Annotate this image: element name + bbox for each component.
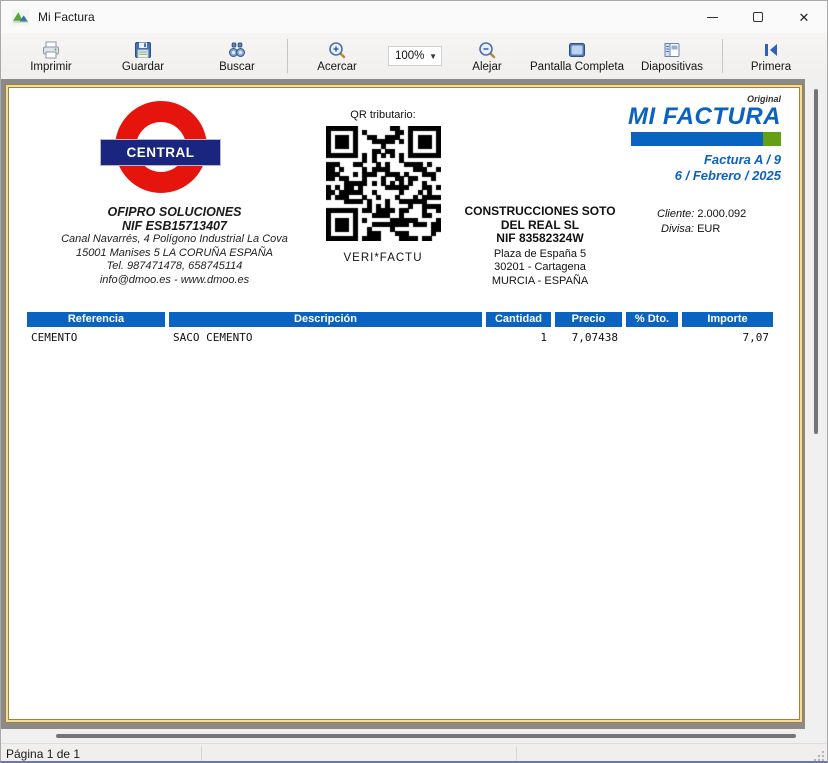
header-accent-bar-green (763, 132, 781, 146)
zoom-out-label: Alejar (472, 61, 501, 73)
client-address-2: 30201 - Cartagena (440, 261, 640, 275)
company-logo-text: CENTRAL (127, 145, 195, 160)
chevron-down-icon: ▼ (429, 52, 441, 61)
zoom-out-button[interactable]: Alejar (452, 34, 522, 78)
maximize-icon (753, 12, 763, 22)
minimize-button[interactable] (689, 1, 735, 33)
cell-referencia: CEMENTO (27, 331, 165, 345)
horizontal-scrollbar[interactable] (1, 729, 807, 743)
document-title: MI FACTURA (531, 104, 781, 129)
client-address-3: MURCIA - ESPAÑA (440, 275, 640, 289)
client-name-2: DEL REAL SL (440, 219, 640, 233)
toolbar-separator (722, 39, 723, 73)
horizontal-scrollbar-thumb[interactable] (56, 734, 796, 738)
zoom-in-icon (327, 40, 347, 60)
preview-area: CENTRAL OFIPRO SOLUCIONES NIF ESB1571340… (1, 79, 827, 743)
invoice-number: Factura A / 9 (531, 152, 781, 168)
fullscreen-icon (567, 40, 587, 60)
cell-dto (626, 331, 678, 345)
save-button[interactable]: Guardar (103, 34, 183, 78)
slides-icon (662, 40, 682, 60)
company-logo: CENTRAL (100, 139, 221, 166)
cell-importe: 7,07 (682, 331, 773, 345)
search-button[interactable]: Buscar (197, 34, 277, 78)
column-header-dto: % Dto. (626, 312, 678, 327)
close-icon: ✕ (799, 11, 810, 24)
table-row: CEMENTO SACO CEMENTO 1 7,07438 7,07 (27, 331, 773, 345)
client-address-1: Plaza de España 5 (440, 248, 640, 262)
page-indicator: Página 1 de 1 (6, 747, 80, 761)
zoom-in-button[interactable]: Acercar (298, 34, 376, 78)
currency-value: EUR (697, 223, 720, 235)
invoice-page: CENTRAL OFIPRO SOLUCIONES NIF ESB1571340… (8, 87, 800, 720)
search-label: Buscar (219, 61, 255, 73)
client-code-row: Cliente: 2.000.092 (657, 207, 746, 222)
company-name: OFIPRO SOLUCIONES (17, 205, 332, 219)
zoom-level-select[interactable]: 100% ▼ (388, 46, 442, 66)
company-info: OFIPRO SOLUCIONES NIF ESB15713407 Canal … (17, 205, 332, 287)
vertical-scrollbar[interactable] (805, 79, 827, 729)
column-header-referencia: Referencia (27, 312, 165, 327)
column-header-cantidad: Cantidad (486, 312, 551, 327)
titlebar: Mi Factura ✕ (1, 1, 827, 33)
currency-row: Divisa: EUR (657, 222, 746, 237)
minimize-icon (707, 17, 718, 18)
currency-label: Divisa: (661, 223, 694, 235)
print-label: Imprimir (30, 61, 72, 73)
company-nif: NIF ESB15713407 (17, 219, 332, 233)
scrollbar-corner (805, 729, 827, 743)
close-button[interactable]: ✕ (781, 1, 827, 33)
app-icon (12, 9, 29, 26)
cell-descripcion: SACO CEMENTO (169, 331, 482, 345)
print-button[interactable]: Imprimir (11, 34, 91, 78)
cell-precio: 7,07438 (555, 331, 622, 345)
cell-cantidad: 1 (486, 331, 551, 345)
app-window: Mi Factura ✕ Imprimir Gu (0, 0, 828, 763)
company-address-2: 15001 Manises 5 LA CORUÑA ESPAÑA (17, 247, 332, 261)
statusbar-divider (201, 746, 202, 762)
zoom-in-label: Acercar (317, 61, 357, 73)
save-label: Guardar (122, 61, 164, 73)
statusbar: Página 1 de 1 (1, 743, 827, 763)
column-header-precio: Precio (555, 312, 622, 327)
header-accent-bar (631, 132, 781, 146)
printer-icon (41, 40, 61, 60)
qr-code (326, 126, 441, 241)
invoice-meta: Cliente: 2.000.092 Divisa: EUR (657, 207, 746, 237)
zoom-out-icon (477, 40, 497, 60)
first-page-label: Primera (751, 61, 791, 73)
client-nif: NIF 83582324W (440, 232, 640, 246)
qr-section: QR tributario: VERI*FACTU (308, 109, 458, 264)
invoice-date: 6 / Febrero / 2025 (531, 168, 781, 184)
first-page-button[interactable]: Primera (733, 34, 809, 78)
company-web: info@dmoo.es - www.dmoo.es (17, 274, 332, 288)
qr-caption: VERI*FACTU (308, 252, 458, 264)
items-table-header: Referencia Descripción Cantidad Precio %… (27, 312, 773, 327)
slides-button[interactable]: Diapositivas (632, 34, 712, 78)
first-page-icon (761, 40, 781, 60)
maximize-button[interactable] (735, 1, 781, 33)
binoculars-icon (227, 40, 247, 60)
vertical-scrollbar-thumb[interactable] (814, 89, 818, 434)
window-title: Mi Factura (38, 10, 95, 24)
save-icon (133, 40, 153, 60)
slides-label: Diapositivas (641, 61, 703, 73)
column-header-importe: Importe (682, 312, 773, 327)
statusbar-divider (516, 746, 517, 762)
qr-label: QR tributario: (308, 109, 458, 121)
fullscreen-button[interactable]: Pantalla Completa (522, 34, 632, 78)
column-header-descripcion: Descripción (169, 312, 482, 327)
resize-grip[interactable] (813, 750, 825, 762)
company-phone: Tel. 987471478, 658745114 (17, 260, 332, 274)
document-header: Original MI FACTURA Factura A / 9 6 / Fe… (531, 94, 781, 184)
zoom-level-value: 100% (395, 50, 424, 62)
fullscreen-label: Pantalla Completa (530, 61, 624, 73)
client-code-value: 2.000.092 (697, 208, 746, 220)
client-info: CONSTRUCCIONES SOTO DEL REAL SL NIF 8358… (440, 205, 640, 288)
toolbar-separator (287, 39, 288, 73)
toolbar: Imprimir Guardar Buscar (1, 33, 827, 79)
client-name-1: CONSTRUCCIONES SOTO (440, 205, 640, 219)
client-code-label: Cliente: (657, 208, 694, 220)
company-address-1: Canal Navarrés, 4 Polígono Industrial La… (17, 233, 332, 247)
